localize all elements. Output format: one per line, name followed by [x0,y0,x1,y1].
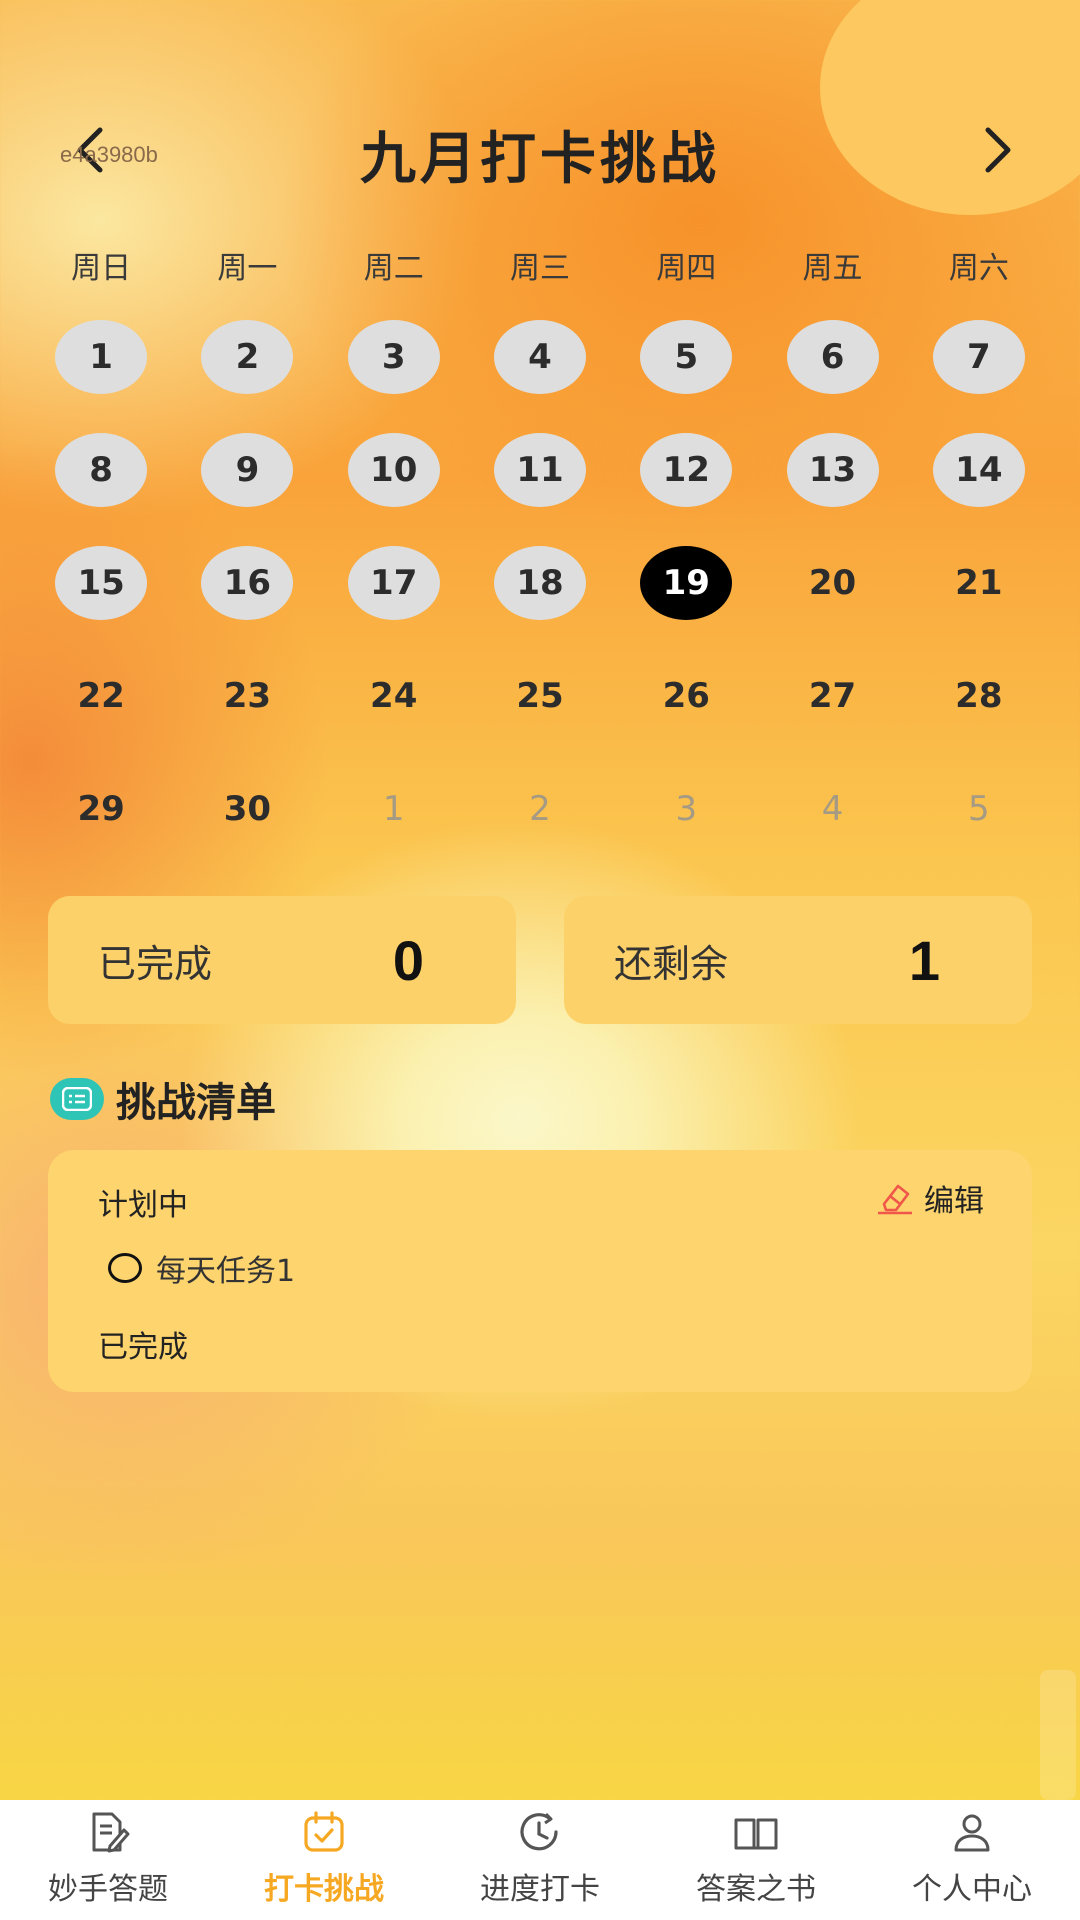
calendar-day[interactable]: 2 [174,318,320,395]
calendar-day[interactable]: 12 [613,431,759,508]
calendar-day[interactable]: 14 [906,431,1052,508]
tab-quiz[interactable]: 妙手答题 [0,1800,216,1920]
calendar-day[interactable]: 22 [28,657,174,734]
tab-label: 进度打卡 [480,1872,600,1907]
chevron-right-icon [985,127,1011,173]
calendar-day-next-month: 3 [675,788,698,829]
calendar-day[interactable]: 10 [321,431,467,508]
completed-count: 0 [392,928,424,992]
calendar-day[interactable]: 20 [759,544,905,621]
remaining-count: 1 [908,928,940,992]
weekday-label: 周三 [509,251,570,286]
completed-label: 已完成 [98,941,213,986]
book-icon [734,1818,778,1850]
calendar-day[interactable]: 23 [174,657,320,734]
clock-refresh-icon [520,1812,558,1851]
calendar-check-icon [304,1811,344,1852]
weekday-label: 周一 [217,251,278,286]
task-checkbox[interactable] [108,1253,142,1283]
remaining-label: 还剩余 [614,941,729,986]
weekday-header: 周日 周一 周二 周三 周四 周五 周六 [28,243,1052,287]
calendar-day[interactable]: 9 [174,431,320,508]
calendar-day[interactable]: 26 [613,657,759,734]
checklist-card: 计划中 编辑 每天任务1 已完成 [48,1150,1032,1392]
tab-book-of-answers[interactable]: 答案之书 [648,1800,864,1920]
tab-label: 打卡挑战 [264,1872,384,1907]
tab-checkin-challenge[interactable]: 打卡挑战 [216,1800,432,1920]
calendar-day[interactable]: 25 [467,657,613,734]
done-section-label: 已完成 [98,1330,188,1365]
calendar-day[interactable]: 1 [28,318,174,395]
tab-label: 妙手答题 [48,1872,168,1907]
edit-button[interactable]: 编辑 [876,1176,984,1220]
next-month-button[interactable] [970,122,1026,178]
calendar-day[interactable]: 29 [28,770,174,847]
stats-row: 已完成 0 还剩余 1 [48,896,1032,1024]
checklist-heading: 挑战清单 [50,1070,276,1128]
eraser-edit-icon [878,1184,912,1215]
tab-label: 答案之书 [696,1872,816,1907]
calendar-day[interactable]: 13 [759,431,905,508]
calendar-day[interactable]: 24 [321,657,467,734]
calendar-day[interactable]: 8 [28,431,174,508]
calendar-day-next-month: 2 [529,788,551,829]
person-icon [954,1814,990,1852]
calendar-day[interactable]: 15 [28,544,174,621]
header: e4a3980b 九月打卡挑战 [0,110,1080,200]
calendar-day-next-month: 1 [382,788,405,829]
calendar-day[interactable]: 11 [467,431,613,508]
calendar-day[interactable]: 3 [321,318,467,395]
weekday-label: 周四 [656,251,717,286]
calendar-day[interactable]: 16 [174,544,320,621]
bottom-tab-bar: 妙手答题 打卡挑战 进度打卡 答案之书 个人中心 [0,1800,1080,1920]
remaining-stat-card: 还剩余 1 [564,896,1032,1024]
calendar-day[interactable]: 6 [759,318,905,395]
weekday-label: 周五 [802,251,863,286]
calendar-day[interactable]: 27 [759,657,905,734]
watermark [1040,1670,1076,1800]
checklist-title: 挑战清单 [116,1080,276,1126]
calendar-day[interactable]: 28 [906,657,1052,734]
calendar-day[interactable]: 21 [906,544,1052,621]
task-item[interactable]: 每天任务1 [108,1246,295,1290]
edit-label: 编辑 [924,1184,984,1219]
weekday-label: 周日 [71,251,132,286]
calendar-day-next-month: 4 [821,788,844,829]
calendar-grid: 1 2 3 4 5 6 7 8 9 10 11 12 13 14 15 16 1… [28,318,1052,847]
calendar-day-today[interactable]: 19 [613,544,759,621]
task-label: 每天任务1 [156,1254,296,1289]
calendar-day[interactable]: 18 [467,544,613,621]
calendar-day[interactable]: 4 [467,318,613,395]
calendar-day[interactable]: 30 [174,770,320,847]
tab-label: 个人中心 [912,1872,1032,1907]
tab-profile[interactable]: 个人中心 [864,1800,1080,1920]
page-title: 九月打卡挑战 [360,127,720,192]
tab-progress-checkin[interactable]: 进度打卡 [432,1800,648,1920]
calendar-day[interactable]: 7 [906,318,1052,395]
weekday-label: 周二 [363,251,424,286]
planned-section-label: 计划中 [98,1188,188,1223]
calendar-day[interactable]: 17 [321,544,467,621]
checklist-icon [50,1078,104,1120]
calendar-day-next-month: 5 [968,788,990,829]
calendar-day[interactable]: 5 [613,318,759,395]
completed-stat-card: 已完成 0 [48,896,516,1024]
weekday-label: 周六 [948,251,1009,286]
edit-paper-icon [92,1812,130,1853]
